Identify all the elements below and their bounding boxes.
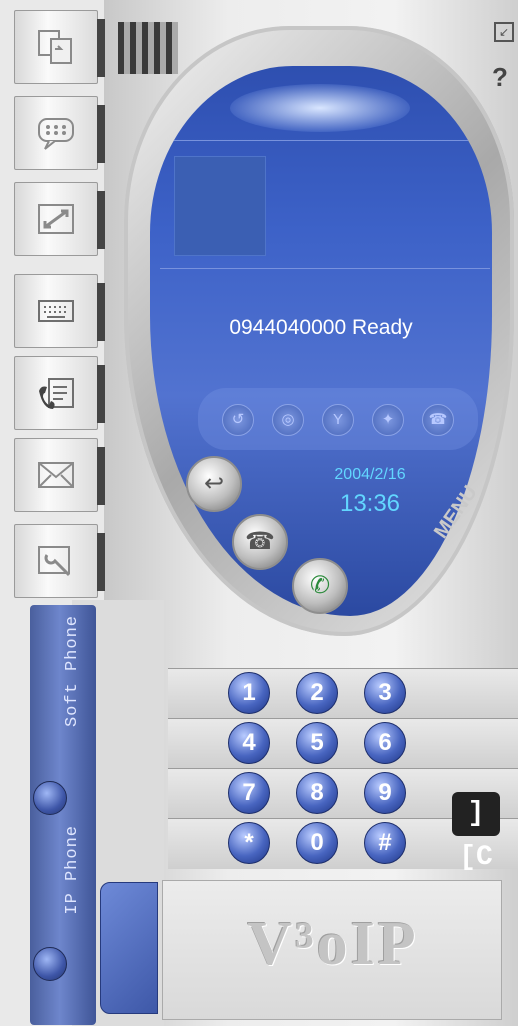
- brand-logo-icon: ][C: [452, 792, 500, 873]
- key-7[interactable]: 7: [228, 772, 270, 814]
- left-toolbar: [0, 0, 105, 600]
- chat-icon: [35, 113, 77, 153]
- key-9[interactable]: 9: [364, 772, 406, 814]
- conference-icon[interactable]: ✦: [372, 404, 404, 436]
- hangup-icon: ☎: [245, 528, 275, 555]
- phone-note-icon: [35, 373, 77, 413]
- phone-icon: ✆: [309, 572, 331, 599]
- toolbar-button-transfer[interactable]: [14, 182, 105, 256]
- time-display: 13:36: [339, 490, 401, 517]
- caller-photo: [174, 156, 266, 256]
- toolbar-button-phonebook[interactable]: [14, 356, 105, 430]
- mode-switch[interactable]: Soft Phone IP Phone: [30, 605, 96, 1025]
- logo-panel: V³oIP: [162, 880, 502, 1020]
- key-2[interactable]: 2: [296, 672, 338, 714]
- key-8[interactable]: 8: [296, 772, 338, 814]
- toolbar-button-copy[interactable]: [14, 10, 105, 84]
- speaker-grille: [118, 22, 178, 74]
- transfer-icon: [35, 199, 77, 239]
- key-6[interactable]: 6: [364, 722, 406, 764]
- key-4[interactable]: 4: [228, 722, 270, 764]
- mode-knob[interactable]: [33, 781, 67, 815]
- soft-phone-label[interactable]: Soft Phone: [63, 615, 82, 727]
- side-panel-button[interactable]: [100, 882, 158, 1014]
- key-5[interactable]: 5: [296, 722, 338, 764]
- speaker-icon[interactable]: ◎: [272, 404, 304, 436]
- keyboard-icon: [35, 291, 77, 331]
- redial-icon[interactable]: ↺: [222, 404, 254, 436]
- help-icon[interactable]: ?: [492, 62, 508, 93]
- hangup-button[interactable]: ☎: [232, 514, 288, 570]
- toolbar-button-mail[interactable]: [14, 438, 105, 512]
- key-3[interactable]: 3: [364, 672, 406, 714]
- date-display: 2004/2/16: [334, 466, 406, 483]
- toolbar-button-chat[interactable]: [14, 96, 105, 170]
- tools-icon: [35, 541, 77, 581]
- minimize-icon[interactable]: ↙: [494, 22, 514, 42]
- function-bar: ↺ ◎ Y ✦ ☎: [198, 388, 478, 450]
- copy-icon: [35, 27, 77, 67]
- toolbar-button-keyboard[interactable]: [14, 274, 105, 348]
- call-button[interactable]: ✆: [292, 558, 348, 614]
- logo-text: V³oIP: [247, 910, 419, 978]
- status-text: 0944040000 Ready: [229, 316, 413, 339]
- key-1[interactable]: 1: [228, 672, 270, 714]
- ip-phone-label[interactable]: IP Phone: [63, 825, 82, 915]
- key-star[interactable]: *: [228, 822, 270, 864]
- hold-icon[interactable]: Y: [322, 404, 354, 436]
- back-icon: ↩: [203, 470, 225, 497]
- key-0[interactable]: 0: [296, 822, 338, 864]
- toolbar-button-tools[interactable]: [14, 524, 105, 598]
- mode-knob-secondary[interactable]: [33, 947, 67, 981]
- back-button[interactable]: ↩: [186, 456, 242, 512]
- mail-icon: [35, 455, 77, 495]
- key-hash[interactable]: #: [364, 822, 406, 864]
- mute-icon[interactable]: ☎: [422, 404, 454, 436]
